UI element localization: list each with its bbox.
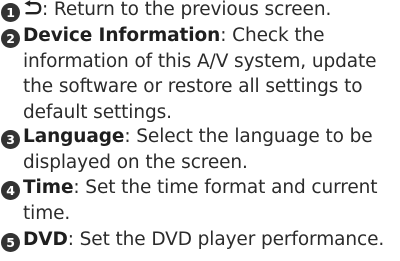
item-description-continued: information of this A/V system, update t… [23,50,377,123]
number-badge: 2 [1,29,20,48]
list-item-first-line: 5 DVD: Set the DVD player performance. [1,227,397,253]
item-description: Set the DVD player performance. [73,229,385,250]
list-item-device-information: 2 Device Information: Check the informati… [1,23,397,125]
item-term: DVD [23,229,68,250]
number-badge: 4 [1,181,20,200]
item-description-continued: time. [23,202,71,224]
number-badge: 1 [1,3,20,22]
list-item-first-line: 2 Device Information: Check the [1,23,397,49]
back-arrow-icon [23,0,42,17]
list-item-language: 3 Language: Select the language to be dis… [1,124,397,175]
number-badge: 5 [1,233,20,252]
settings-description-list: 1: Return to the previous screen. 2 Devic… [0,0,400,261]
number-badge: 3 [1,130,20,149]
list-item-time: 4 Time: Set the time format and current t… [1,175,397,226]
list-item-dvd: 5 DVD: Set the DVD player performance. [1,227,397,253]
list-item-first-line: 3 Language: Select the language to be [1,124,397,150]
list-item-back: 1: Return to the previous screen. [1,0,397,23]
list-item-first-line: 1: Return to the previous screen. [1,0,397,23]
item-description: Return to the previous screen. [48,0,332,20]
list-item-first-line: 4 Time: Set the time format and current [1,175,397,201]
item-description: Set the time format and current [79,177,378,198]
item-term: Device Information [23,25,221,46]
item-term: Time [23,177,74,198]
item-description: Select the language to be [130,126,373,147]
item-description-continued: displayed on the screen. [23,151,248,173]
item-term: Language [23,126,125,147]
item-description: Check the [226,25,325,46]
